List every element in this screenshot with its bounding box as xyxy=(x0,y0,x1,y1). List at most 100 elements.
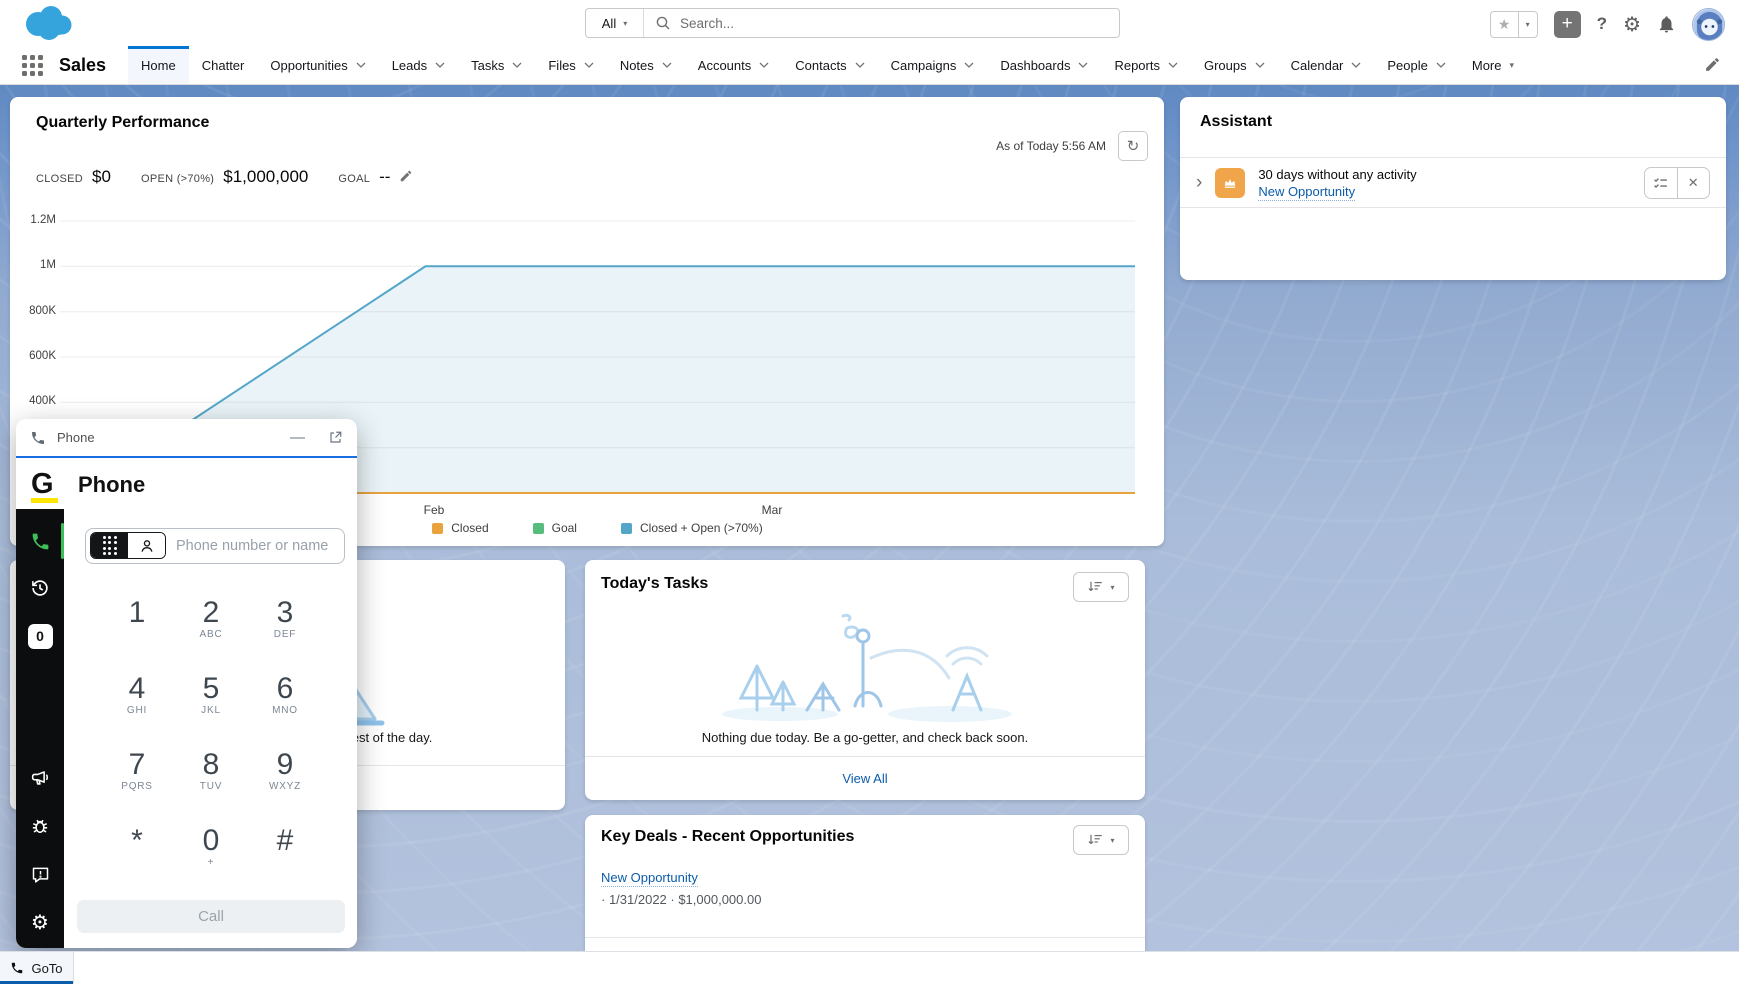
call-button[interactable]: Call xyxy=(77,900,345,933)
bug-report-icon[interactable] xyxy=(16,804,64,848)
edit-navigation-pencil-icon[interactable] xyxy=(1704,56,1721,73)
search-icon xyxy=(656,16,670,30)
y-axis-tick: 1.2M xyxy=(12,214,56,226)
feedback-icon[interactable] xyxy=(16,852,64,896)
favorites-button-group: ★ ▾ xyxy=(1490,11,1538,38)
chevron-down-icon xyxy=(1255,62,1265,68)
dialpad-key-9[interactable]: 9WXYZ xyxy=(248,733,322,809)
setup-gear-icon[interactable]: ⚙ xyxy=(1623,12,1641,36)
tab-notes[interactable]: Notes xyxy=(607,46,685,84)
close-icon[interactable]: ✕ xyxy=(1678,168,1710,198)
global-header: All ▾ ★ ▾ + ? ⚙ xyxy=(0,0,1739,46)
y-axis-tick: 600K xyxy=(12,350,56,362)
global-search: All ▾ xyxy=(585,8,1120,38)
chevron-down-icon xyxy=(662,62,672,68)
refresh-icon[interactable]: ↻ xyxy=(1118,131,1148,161)
tasks-view-all-link[interactable]: View All xyxy=(585,756,1145,800)
app-launcher-icon[interactable] xyxy=(22,55,43,76)
dialpad-key-2[interactable]: 2ABC xyxy=(174,581,248,657)
dialpad-key-1[interactable]: 1 xyxy=(100,581,174,657)
caret-down-icon: ▾ xyxy=(1110,836,1114,845)
goto-utility-item[interactable]: GoTo xyxy=(0,952,74,984)
search-field-wrap xyxy=(644,9,1119,37)
dialpad-key-7[interactable]: 7PQRS xyxy=(100,733,174,809)
tab-campaigns[interactable]: Campaigns xyxy=(878,46,988,84)
tasks-sort-dropdown[interactable]: ▾ xyxy=(1073,572,1129,602)
search-scope-dropdown[interactable]: All ▾ xyxy=(586,9,644,37)
tab-files[interactable]: Files xyxy=(535,46,606,84)
favorites-dropdown[interactable]: ▾ xyxy=(1519,12,1537,37)
edit-goal-pencil-icon[interactable] xyxy=(399,169,413,183)
voicemail-count-badge[interactable]: 0 xyxy=(16,614,64,658)
call-history-icon[interactable] xyxy=(16,566,64,610)
phone-popup-header: Phone — xyxy=(16,419,357,458)
legend-swatch xyxy=(533,523,544,534)
salesforce-logo[interactable] xyxy=(18,2,76,44)
notifications-bell-icon[interactable] xyxy=(1657,15,1676,34)
phone-settings-gear-icon[interactable]: ⚙ xyxy=(16,900,64,944)
tab-groups[interactable]: Groups xyxy=(1191,46,1278,84)
dialpad-key-3[interactable]: 3DEF xyxy=(248,581,322,657)
legend-swatch xyxy=(432,523,443,534)
dialpad-key-0[interactable]: 0+ xyxy=(174,809,248,885)
tasks-empty-message: Nothing due today. Be a go-getter, and c… xyxy=(585,730,1145,745)
new-opportunity-link[interactable]: New Opportunity xyxy=(1258,184,1355,201)
y-axis-tick: 800K xyxy=(12,305,56,317)
card-title: Key Deals - Recent Opportunities xyxy=(601,828,854,846)
performance-stats: CLOSED $0 OPEN (>70%) $1,000,000 GOAL -- xyxy=(36,167,413,187)
dialpad-key-4[interactable]: 4GHI xyxy=(100,657,174,733)
legend-swatch xyxy=(621,523,632,534)
user-avatar[interactable] xyxy=(1692,8,1725,41)
tab-dashboards[interactable]: Dashboards xyxy=(987,46,1101,84)
tab-accounts[interactable]: Accounts xyxy=(685,46,782,84)
favorites-star-icon[interactable]: ★ xyxy=(1491,12,1519,37)
minimize-icon[interactable]: — xyxy=(290,429,305,446)
search-input[interactable] xyxy=(680,16,1119,31)
dialer-phone-icon[interactable] xyxy=(16,519,64,563)
help-icon[interactable]: ? xyxy=(1597,14,1607,34)
dialpad-key-pound[interactable]: # xyxy=(248,809,322,885)
phone-number-input[interactable] xyxy=(176,529,336,563)
deal-opportunity-link[interactable]: New Opportunity xyxy=(601,870,698,887)
goto-logo: G xyxy=(31,470,63,499)
deal-details: · 1/31/2022 · $1,000,000.00 xyxy=(601,892,761,907)
tab-reports[interactable]: Reports xyxy=(1101,46,1191,84)
deals-sort-dropdown[interactable]: ▾ xyxy=(1073,825,1129,855)
chevron-right-icon[interactable]: › xyxy=(1196,173,1202,192)
chevron-down-icon xyxy=(1078,62,1088,68)
announcements-megaphone-icon[interactable] xyxy=(16,756,64,800)
chevron-down-icon xyxy=(759,62,769,68)
phone-app-title: Phone xyxy=(78,472,145,498)
tab-calendar[interactable]: Calendar xyxy=(1278,46,1375,84)
keypad-mode-icon[interactable] xyxy=(91,533,128,558)
dial-input-wrap xyxy=(85,528,345,564)
x-axis-tick: Mar xyxy=(762,503,783,517)
dialpad-key-5[interactable]: 5JKL xyxy=(174,657,248,733)
mark-complete-checklist-icon[interactable] xyxy=(1645,168,1678,198)
tab-people[interactable]: People xyxy=(1374,46,1458,84)
legend-item-closed: Closed xyxy=(432,521,488,535)
dialpad-key-8[interactable]: 8TUV xyxy=(174,733,248,809)
sort-icon xyxy=(1087,832,1103,848)
todays-tasks-card: Today's Tasks ▾ xyxy=(585,560,1145,800)
tab-leads[interactable]: Leads xyxy=(379,46,458,84)
app-navigation-bar: Sales Home Chatter Opportunities Leads T… xyxy=(0,46,1739,85)
assistant-card: Assistant › 30 days without any activity… xyxy=(1180,97,1726,280)
open-value: $1,000,000 xyxy=(223,167,308,187)
opportunity-crown-icon xyxy=(1215,168,1245,198)
dialpad-key-star[interactable]: * xyxy=(100,809,174,885)
tab-contacts[interactable]: Contacts xyxy=(782,46,877,84)
tab-home[interactable]: Home xyxy=(128,46,189,84)
y-axis-tick: 1M xyxy=(12,259,56,271)
contact-mode-icon[interactable] xyxy=(128,533,165,558)
legend-item-closed-open: Closed + Open (>70%) xyxy=(621,521,763,535)
tab-opportunities[interactable]: Opportunities xyxy=(257,46,378,84)
tab-tasks[interactable]: Tasks xyxy=(458,46,535,84)
dialpad-key-6[interactable]: 6MNO xyxy=(248,657,322,733)
global-actions-button[interactable]: + xyxy=(1554,11,1581,38)
popout-icon[interactable] xyxy=(328,430,343,445)
tab-chatter[interactable]: Chatter xyxy=(189,46,258,84)
phone-icon xyxy=(30,430,46,446)
tab-more[interactable]: More ▾ xyxy=(1459,46,1527,84)
search-scope-label: All xyxy=(602,16,616,31)
